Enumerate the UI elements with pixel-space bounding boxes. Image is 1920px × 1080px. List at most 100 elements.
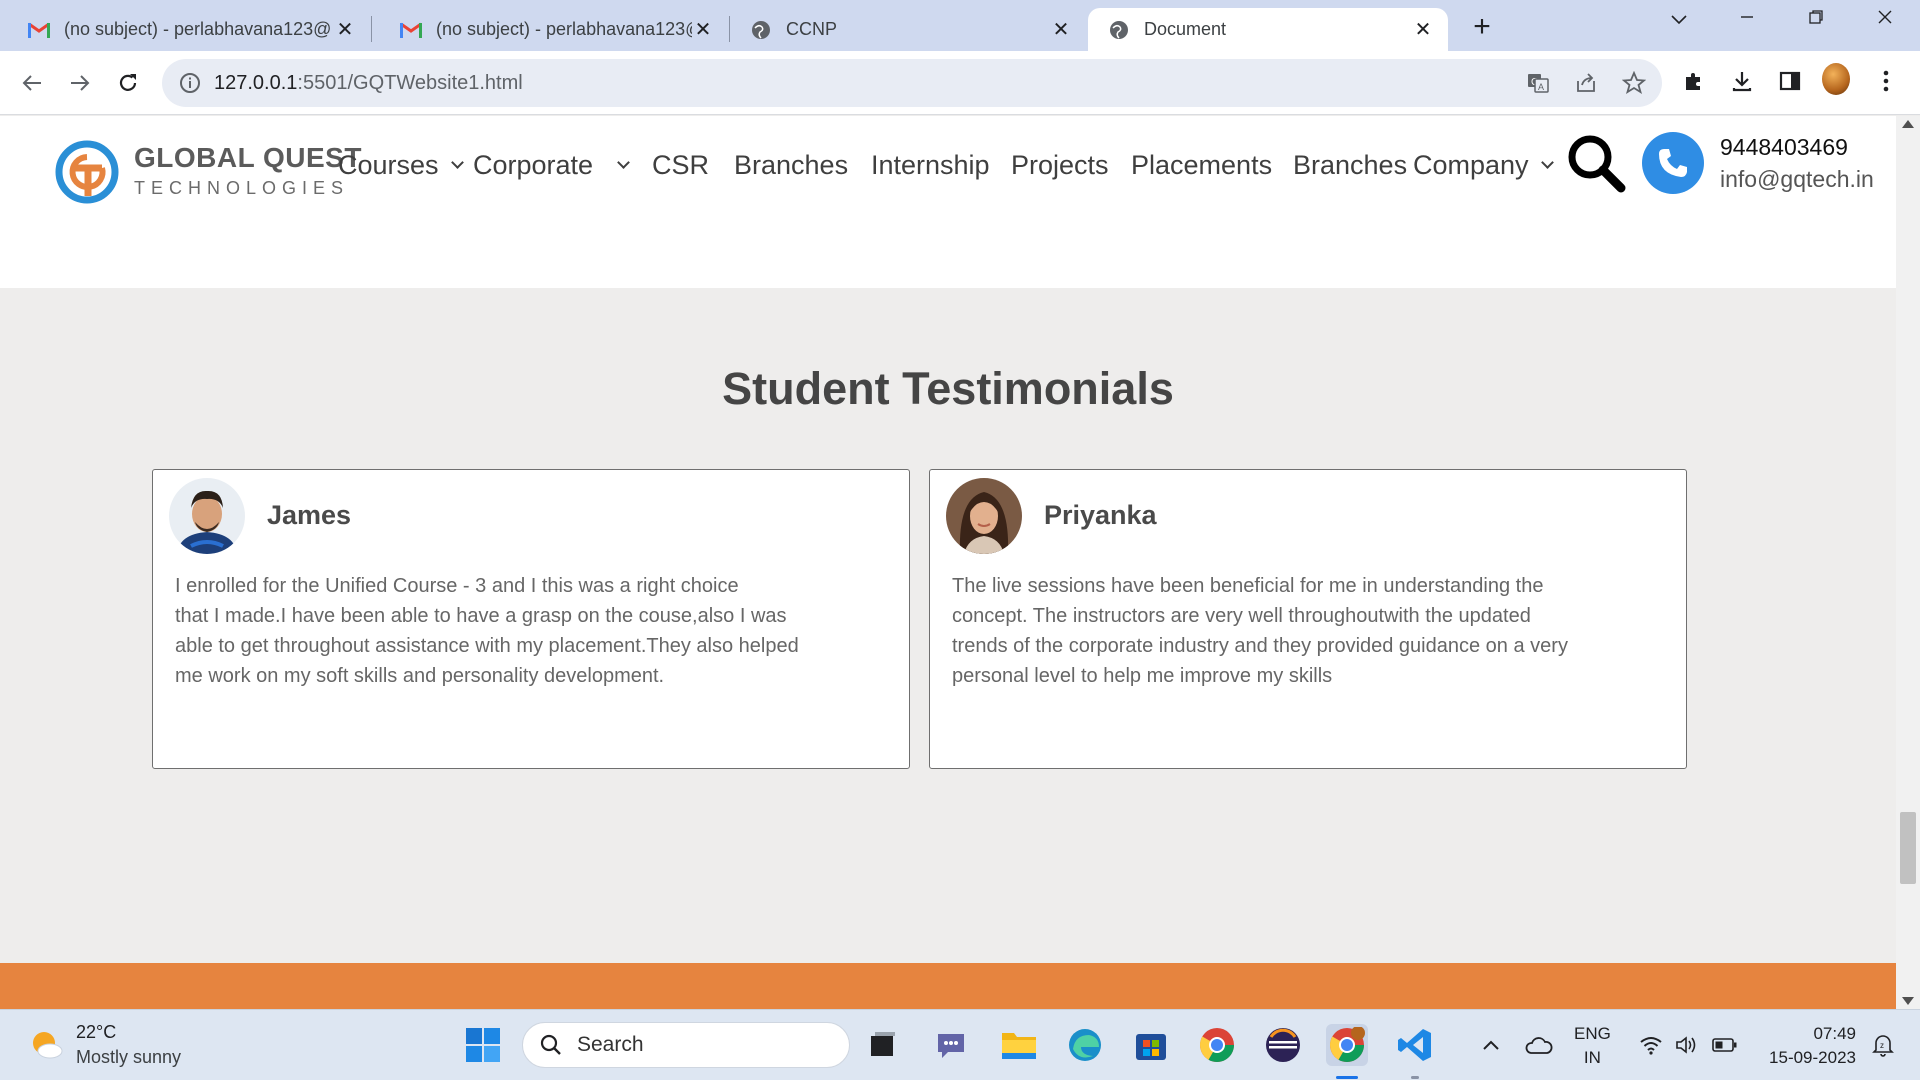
notifications-icon[interactable]: z <box>1862 1024 1904 1066</box>
chevron-down-icon <box>617 156 630 169</box>
phone-icon[interactable] <box>1642 132 1704 194</box>
bookmark-star-icon[interactable] <box>1621 70 1647 95</box>
running-indicator <box>1336 1076 1358 1079</box>
tab-gmail-1[interactable]: (no subject) - perlabhavana123@ ✕ <box>0 8 370 51</box>
running-indicator <box>1411 1076 1419 1079</box>
page-viewport: GLOBAL QUEST TECHNOLOGIES Courses Corpor… <box>0 116 1896 1009</box>
scrollbar-thumb[interactable] <box>1900 812 1916 884</box>
taskbar-search-label: Search <box>577 1033 644 1056</box>
sun-cloud-icon <box>33 1032 63 1059</box>
testimonial-card: James I enrolled for the Unified Course … <box>152 469 910 769</box>
section-title: Student Testimonials <box>722 363 1174 414</box>
scroll-down-arrow-icon[interactable] <box>1902 997 1914 1005</box>
tab-ccnp[interactable]: CCNP ✕ <box>730 8 1086 51</box>
tab-document[interactable]: Document ✕ <box>1088 8 1448 51</box>
extensions-icon[interactable] <box>1680 67 1708 95</box>
contact-phone[interactable]: 9448403469 <box>1720 134 1874 161</box>
gmail-icon <box>28 19 50 41</box>
eclipse-icon[interactable] <box>1262 1024 1304 1066</box>
nav-courses[interactable]: Courses <box>338 150 464 181</box>
nav-projects[interactable]: Projects <box>1011 150 1109 181</box>
contact-email[interactable]: info@gqtech.in <box>1720 166 1874 193</box>
chevron-down-icon <box>1540 156 1554 169</box>
globe-icon <box>750 19 772 41</box>
nav-csr[interactable]: CSR <box>652 150 709 181</box>
contact-info: 9448403469 info@gqtech.in <box>1720 134 1874 193</box>
back-icon[interactable] <box>14 65 50 101</box>
gqt-logo-icon <box>55 140 119 204</box>
teams-chat-icon[interactable] <box>930 1024 972 1066</box>
url-text: 127.0.0.1:5501/GQTWebsite1.html <box>214 72 523 94</box>
tab-gmail-2[interactable]: (no subject) - perlabhavana123@ ✕ <box>372 8 728 51</box>
weather-condition: Mostly sunny <box>76 1047 182 1067</box>
chevron-down-icon <box>450 156 464 169</box>
weather-widget[interactable]: 22°C Mostly sunny <box>28 1022 181 1068</box>
search-icon <box>540 1034 561 1055</box>
windows-taskbar: 22°C Mostly sunny Search ENG IN 07:49 15… <box>0 1009 1920 1080</box>
avatar <box>946 478 1022 554</box>
tab-title: (no subject) - perlabhavana123@ <box>64 19 332 39</box>
page-scrollbar[interactable] <box>1896 116 1920 1009</box>
translate-icon[interactable]: GA <box>1526 71 1550 95</box>
new-tab-button[interactable]: + <box>1466 12 1498 44</box>
reload-icon[interactable] <box>110 65 146 101</box>
testimonial-name: Priyanka <box>1044 500 1157 530</box>
forward-icon[interactable] <box>62 65 98 101</box>
clock[interactable]: 07:49 15-09-2023 <box>1760 1024 1856 1068</box>
vscode-icon[interactable] <box>1394 1024 1436 1066</box>
site-header: GLOBAL QUEST TECHNOLOGIES Courses Corpor… <box>0 116 1896 288</box>
nav-placements[interactable]: Placements <box>1131 150 1272 181</box>
clock-date: 15-09-2023 <box>1769 1048 1856 1067</box>
menu-kebab-icon[interactable] <box>1872 67 1900 95</box>
testimonial-text: I enrolled for the Unified Course - 3 an… <box>175 575 799 687</box>
restore-icon[interactable] <box>1793 8 1839 38</box>
close-icon[interactable]: ✕ <box>692 19 714 41</box>
scroll-up-arrow-icon[interactable] <box>1902 120 1914 128</box>
language-indicator[interactable]: ENG IN <box>1574 1024 1611 1068</box>
battery-icon[interactable] <box>1704 1024 1746 1066</box>
site-logo[interactable]: GLOBAL QUEST TECHNOLOGIES <box>54 130 362 210</box>
tab-search-chevron-icon[interactable] <box>1656 8 1702 38</box>
address-bar[interactable]: 127.0.0.1:5501/GQTWebsite1.html GA <box>162 59 1662 107</box>
footer-band <box>0 963 1896 1009</box>
chrome-profile-active-icon[interactable] <box>1326 1024 1368 1066</box>
svg-text:z: z <box>1880 1041 1884 1050</box>
file-explorer-icon[interactable] <box>998 1024 1040 1066</box>
close-window-icon[interactable] <box>1862 8 1908 38</box>
tab-title: (no subject) - perlabhavana123@ <box>436 19 692 39</box>
nav-branches[interactable]: Branches <box>734 150 848 181</box>
clock-time: 07:49 <box>1813 1024 1856 1043</box>
testimonial-text: The live sessions have been beneficial f… <box>952 575 1568 687</box>
taskbar-search[interactable]: Search <box>522 1022 850 1068</box>
onedrive-icon[interactable] <box>1518 1024 1560 1066</box>
side-panel-icon[interactable] <box>1776 67 1804 95</box>
testimonial-name: James <box>267 500 352 530</box>
windows-start-icon[interactable] <box>462 1024 504 1066</box>
chevron-up-icon[interactable] <box>1470 1024 1512 1066</box>
ms-store-icon[interactable] <box>1130 1024 1172 1066</box>
tab-strip: (no subject) - perlabhavana123@ ✕ (no su… <box>0 0 1920 51</box>
logo-subtitle: TECHNOLOGIES <box>134 177 350 198</box>
nav-company[interactable]: Company <box>1413 150 1554 181</box>
volume-icon[interactable] <box>1666 1024 1708 1066</box>
nav-branches-2[interactable]: Branches <box>1293 150 1407 181</box>
share-icon[interactable] <box>1574 71 1598 95</box>
testimonial-card: Priyanka The live sessions have been ben… <box>929 469 1687 769</box>
logo-title: GLOBAL QUEST <box>134 141 362 173</box>
close-icon[interactable]: ✕ <box>1412 19 1434 41</box>
edge-browser-icon[interactable] <box>1064 1024 1106 1066</box>
nav-internship[interactable]: Internship <box>871 150 990 181</box>
search-icon[interactable] <box>1565 132 1627 199</box>
minimize-icon[interactable] <box>1724 8 1770 38</box>
task-view-icon[interactable] <box>862 1024 904 1066</box>
globe-icon <box>1108 19 1130 41</box>
download-icon[interactable] <box>1728 67 1756 95</box>
chrome-icon[interactable] <box>1196 1024 1238 1066</box>
site-info-icon[interactable] <box>178 71 202 100</box>
browser-toolbar: 127.0.0.1:5501/GQTWebsite1.html GA <box>0 51 1920 115</box>
close-icon[interactable]: ✕ <box>1050 19 1072 41</box>
nav-corporate[interactable]: Corporate <box>473 150 630 181</box>
profile-avatar[interactable] <box>1822 63 1850 95</box>
close-icon[interactable]: ✕ <box>334 19 356 41</box>
tab-title: CCNP <box>786 19 838 39</box>
